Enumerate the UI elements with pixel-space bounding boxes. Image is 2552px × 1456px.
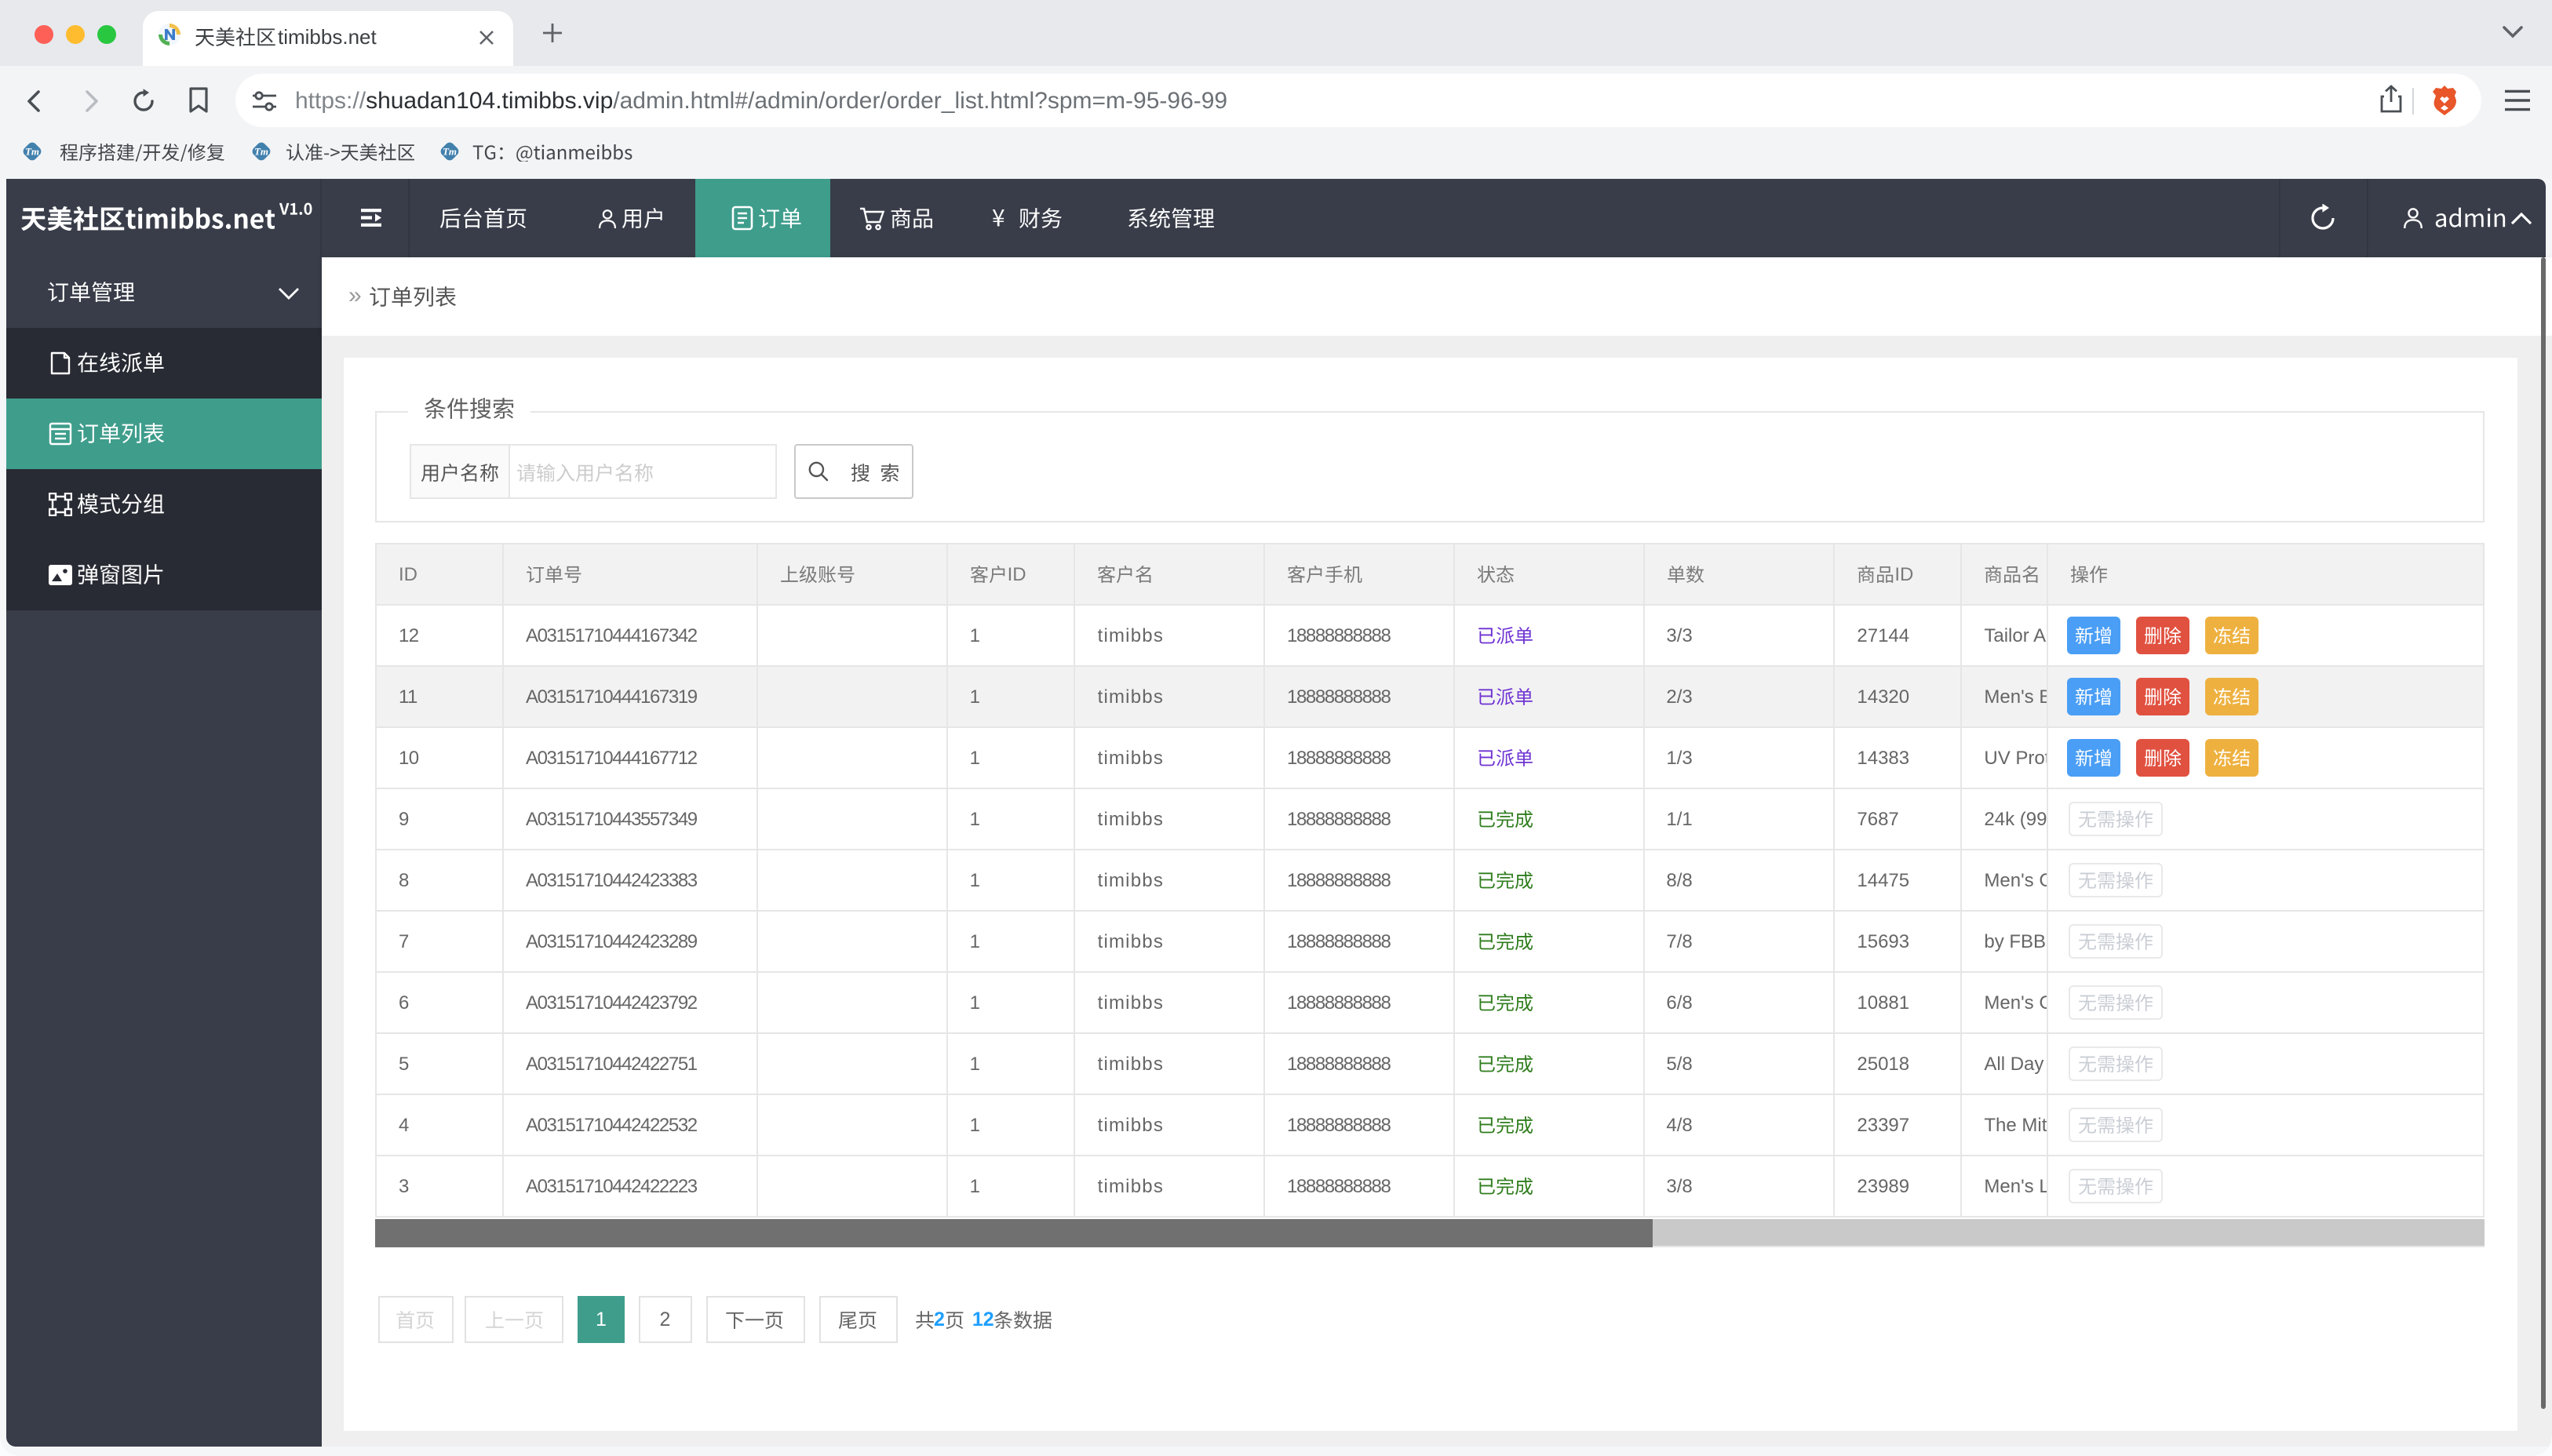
svg-text:Tm: Tm <box>25 146 39 158</box>
svg-text:Tm: Tm <box>443 146 457 158</box>
svg-text:Tm: Tm <box>254 146 268 158</box>
